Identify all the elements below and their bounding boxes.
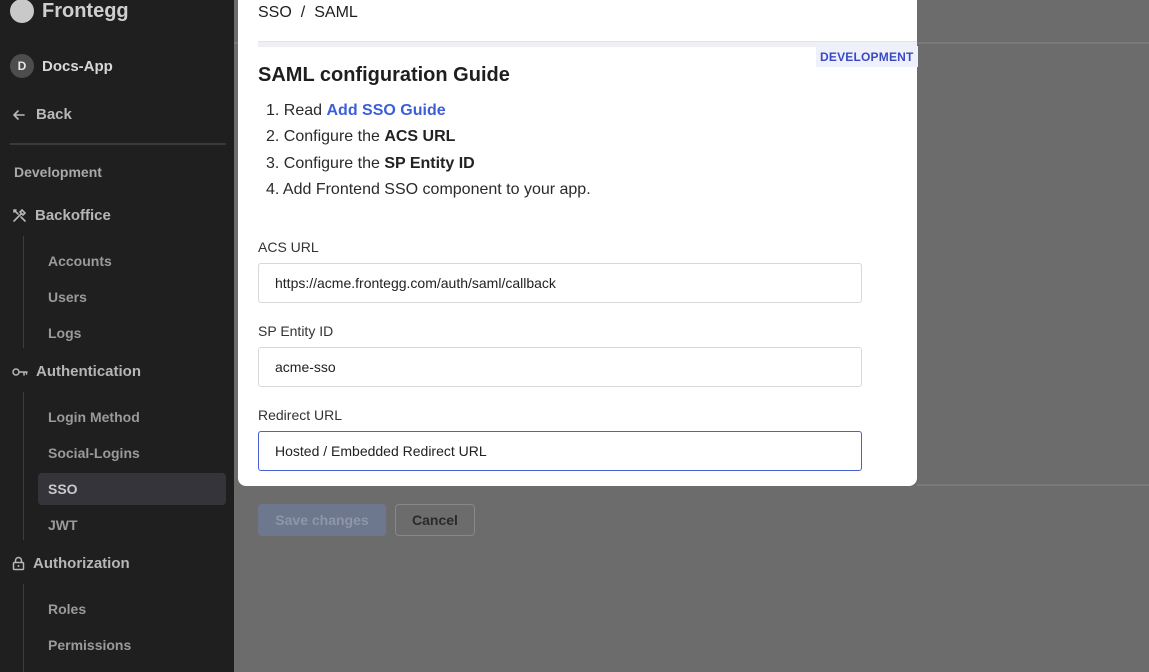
sidebar-item-label: JWT (48, 517, 78, 533)
app-avatar: D (10, 54, 34, 78)
sidebar-item-label: Login Method (48, 409, 140, 425)
step-emphasis: SP Entity ID (384, 154, 475, 172)
list-item: 2. Configure the ACS URL (266, 126, 591, 152)
step-text: Read (283, 102, 327, 119)
step-number: 2. (266, 128, 280, 146)
step-emphasis: ACS URL (384, 128, 456, 146)
sp-entity-id-field[interactable] (258, 347, 862, 387)
section-backoffice[interactable]: Backoffice (12, 207, 111, 224)
breadcrumb-saml: SAML (314, 4, 358, 21)
sidebar-item-label: SSO (48, 481, 78, 497)
environment-badge: DEVELOPMENT (816, 46, 918, 67)
step-text: Add Frontend SSO component to your app. (282, 180, 591, 198)
sidebar-item-label: Roles (48, 601, 87, 617)
section-label: Backoffice (35, 207, 111, 224)
section-authorization[interactable]: Authorization (12, 555, 130, 572)
group-line (23, 236, 24, 348)
redirect-url-label: Redirect URL (258, 407, 343, 423)
group-line (23, 392, 24, 540)
frontegg-logo-icon (10, 0, 34, 23)
step-number: 3. (266, 154, 280, 172)
step-text: Configure the (283, 128, 385, 146)
app-switcher[interactable]: D Docs-App (10, 54, 113, 78)
acs-url-field[interactable] (258, 263, 862, 303)
section-authentication[interactable]: Authentication (12, 363, 141, 380)
guide-title: SAML configuration Guide (258, 64, 510, 86)
section-label: Authentication (36, 363, 141, 380)
sidebar-item-logs[interactable]: Logs (38, 317, 226, 349)
breadcrumb-separator: / (300, 4, 306, 21)
cancel-button[interactable]: Cancel (395, 504, 475, 536)
main-divider (917, 484, 1149, 486)
sp-entity-id-label: SP Entity ID (258, 323, 334, 339)
app-root: Frontegg D Docs-App Back Development Bac… (0, 0, 1149, 672)
sidebar-item-sso[interactable]: SSO (38, 473, 226, 505)
sidebar-item-jwt[interactable]: JWT (38, 509, 226, 541)
app-name: Docs-App (42, 57, 113, 75)
list-item: 3. Configure the SP Entity ID (266, 153, 591, 179)
add-sso-guide-link[interactable]: Add SSO Guide (327, 102, 446, 119)
sidebar-item-permissions[interactable]: Permissions (38, 629, 226, 661)
step-text: Configure the (283, 154, 385, 172)
sidebar-item-label: Social-Logins (48, 445, 140, 461)
brand[interactable]: Frontegg (10, 0, 129, 28)
acs-url-label: ACS URL (258, 239, 319, 255)
section-label: Authorization (33, 555, 130, 572)
list-item: 1. Read Add SSO Guide (266, 100, 591, 126)
list-item: 4. Add Frontend SSO component to your ap… (266, 179, 591, 205)
breadcrumb: SSO / SAML (258, 4, 358, 22)
saml-config-modal: SSO / SAML DEVELOPMENT SAML configuratio… (238, 0, 918, 486)
step-number: 1. (266, 102, 280, 119)
guide-steps: 1. Read Add SSO Guide 2. Configure the A… (266, 100, 591, 205)
sidebar-item-label: Permissions (48, 637, 132, 653)
tools-icon (13, 208, 27, 222)
sidebar-item-label: Logs (48, 325, 82, 341)
key-icon (12, 367, 28, 376)
breadcrumb-sso[interactable]: SSO (258, 4, 292, 22)
arrow-left-icon (13, 109, 25, 120)
sidebar-item-users[interactable]: Users (38, 281, 226, 313)
sidebar-item-label: Accounts (48, 253, 112, 269)
sidebar: Frontegg D Docs-App Back Development Bac… (0, 0, 234, 672)
sidebar-item-roles[interactable]: Roles (38, 593, 226, 625)
sidebar-item-label: Users (48, 289, 87, 305)
lock-icon (12, 556, 25, 571)
back-label: Back (36, 106, 72, 123)
save-changes-button[interactable]: Save changes (258, 504, 386, 536)
group-line (23, 584, 24, 672)
back-link[interactable]: Back (12, 106, 72, 123)
environment-label: Development (14, 164, 102, 180)
brand-name: Frontegg (42, 0, 129, 22)
sidebar-item-login-method[interactable]: Login Method (38, 401, 226, 433)
sidebar-divider (10, 143, 226, 145)
sidebar-item-accounts[interactable]: Accounts (38, 245, 226, 277)
sidebar-item-social-logins[interactable]: Social-Logins (38, 437, 226, 469)
step-number: 4. (266, 180, 280, 198)
redirect-url-field[interactable] (258, 431, 862, 471)
